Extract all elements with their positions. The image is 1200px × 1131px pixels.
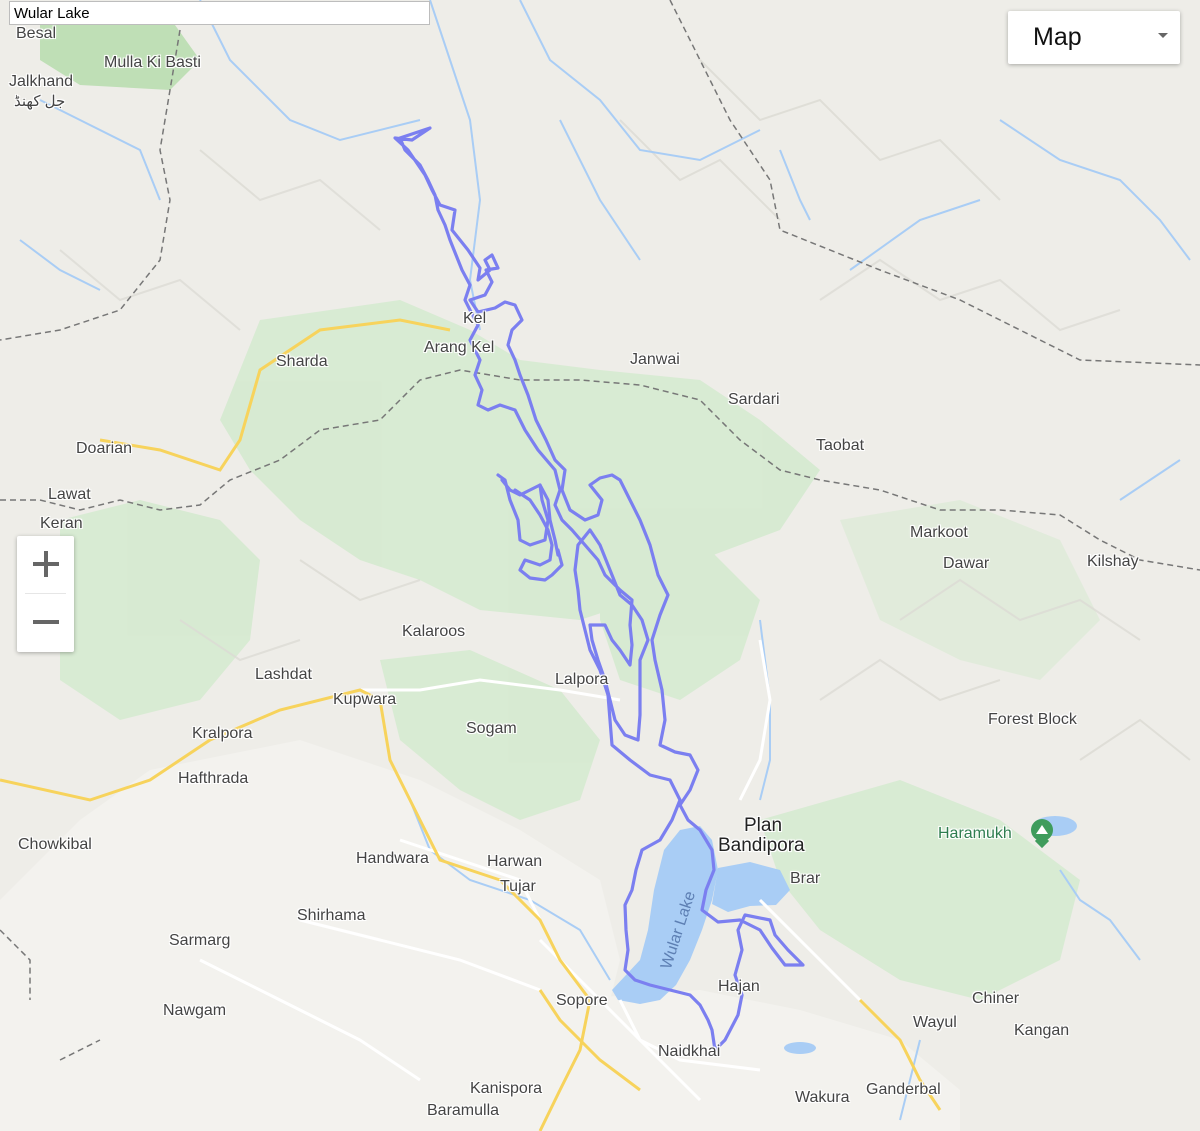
place-label[interactable]: Lashdat [255, 666, 312, 684]
place-label[interactable]: Arang Kel [424, 339, 494, 357]
place-label[interactable]: Kralpora [192, 725, 252, 743]
place-label[interactable]: Wayul [913, 1014, 957, 1032]
small-lake [784, 1042, 816, 1054]
place-label[interactable]: Kupwara [333, 691, 396, 709]
map-canvas[interactable]: Map Wular Lake Besal Mulla Ki Basti Jalk… [0, 0, 1200, 1131]
place-label[interactable]: جل کھنڈ [14, 92, 65, 110]
place-label[interactable]: Kangan [1014, 1022, 1069, 1040]
plus-icon-vertical [44, 551, 48, 577]
zoom-out-button[interactable] [17, 594, 74, 651]
place-label[interactable]: Kalaroos [402, 623, 465, 641]
minus-icon [33, 620, 59, 624]
place-label[interactable]: Handwara [356, 850, 429, 868]
place-label[interactable]: Baramulla [427, 1102, 499, 1120]
place-label[interactable]: Sogam [466, 720, 517, 738]
place-label[interactable]: Brar [790, 870, 820, 888]
place-label[interactable]: Hafthrada [178, 770, 248, 788]
place-label[interactable]: Dawar [943, 555, 989, 573]
place-label[interactable]: Plan [744, 815, 782, 837]
place-label[interactable]: Lalpora [555, 671, 608, 689]
place-label[interactable]: Sopore [556, 992, 608, 1010]
place-label[interactable]: Sardari [728, 391, 780, 409]
place-label[interactable]: Forest Block [988, 711, 1077, 729]
zoom-in-button[interactable] [17, 536, 74, 593]
place-label[interactable]: Doarian [76, 440, 132, 458]
place-label[interactable]: Lawat [48, 486, 91, 504]
place-label[interactable]: Kilshay [1087, 553, 1139, 571]
place-label[interactable]: Hajan [718, 978, 760, 996]
map-type-label: Map [1033, 23, 1082, 51]
place-label[interactable]: Markoot [910, 524, 968, 542]
place-label[interactable]: Sharda [276, 353, 328, 371]
place-label[interactable]: Shirhama [297, 907, 365, 925]
place-label[interactable]: Kel [463, 310, 486, 328]
map-tiles [0, 0, 1200, 1131]
place-label[interactable]: Chowkibal [18, 836, 92, 854]
place-label[interactable]: Besal [16, 25, 56, 43]
place-label[interactable]: Nawgam [163, 1002, 226, 1020]
place-label[interactable]: Janwai [630, 351, 680, 369]
place-label[interactable]: Taobat [816, 437, 864, 455]
place-label[interactable]: Mulla Ki Basti [104, 54, 201, 72]
place-label[interactable]: Sarmarg [169, 932, 230, 950]
place-label[interactable]: Kanispora [470, 1080, 542, 1098]
place-label[interactable]: Chiner [972, 990, 1019, 1008]
zoom-control [17, 536, 74, 652]
place-label[interactable]: Harwan [487, 853, 542, 871]
search-input[interactable] [9, 1, 430, 25]
place-label[interactable]: Haramukh [938, 825, 1012, 843]
map-type-dropdown[interactable]: Map [1008, 11, 1180, 64]
place-label[interactable]: Keran [40, 515, 83, 533]
place-label[interactable]: Ganderbal [866, 1081, 941, 1099]
place-label[interactable]: Bandipora [718, 835, 805, 857]
mountain-peak-icon[interactable] [1031, 819, 1053, 841]
chevron-down-icon [1158, 33, 1168, 38]
place-label[interactable]: Jalkhand [9, 73, 73, 91]
place-label[interactable]: Wakura [795, 1089, 850, 1107]
place-label[interactable]: Naidkhai [658, 1043, 720, 1061]
place-label[interactable]: Tujar [500, 878, 536, 896]
